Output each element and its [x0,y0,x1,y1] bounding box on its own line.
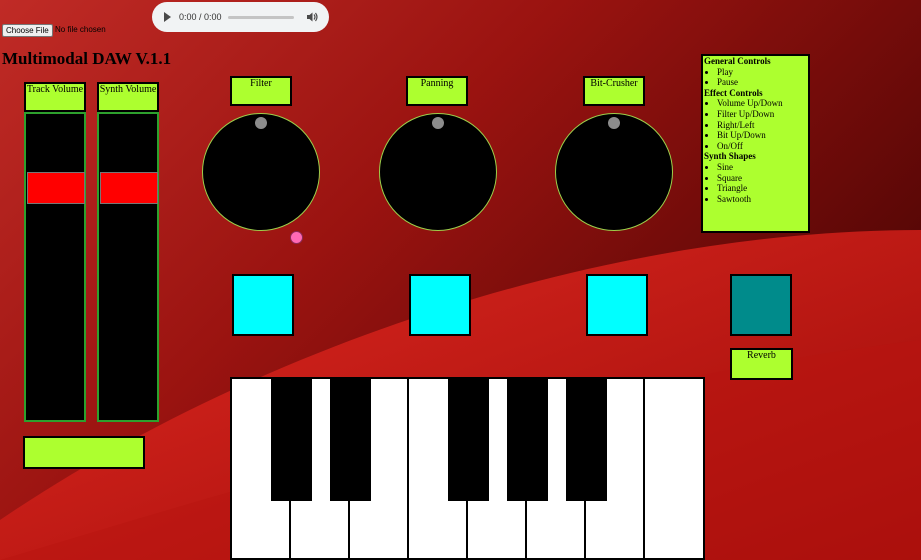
reverb-label: Reverb [730,348,793,380]
bit-crusher-knob[interactable] [555,113,673,231]
audio-time: 0:00 / 0:00 [179,12,222,22]
bit-crusher-label: Bit-Crusher [583,76,645,106]
list-item: Pause [717,77,807,88]
knob-indicator [608,117,620,129]
knob-indicator [255,117,267,129]
cursor-dot [290,231,303,244]
list-item: Right/Left [717,120,807,131]
file-status-text: No file chosen [55,25,106,34]
list-item: Square [717,173,807,184]
synth-volume-thumb[interactable] [100,172,158,204]
volume-icon[interactable] [306,11,318,23]
piano-black-key[interactable] [448,379,489,501]
track-volume-slider[interactable] [24,112,86,422]
piano-black-key[interactable] [566,379,607,501]
track-volume-label: Track Volume [24,82,86,112]
list-item: Filter Up/Down [717,109,807,120]
effect-controls-heading: Effect Controls [704,87,763,98]
synth-shapes-heading: Synth Shapes [704,151,756,162]
piano-black-key[interactable] [330,379,371,501]
choose-file-button[interactable]: Choose File [2,24,53,37]
list-item: Bit Up/Down [717,130,807,141]
panning-label: Panning [406,76,468,106]
reverb-toggle-pad[interactable] [730,274,792,336]
synth-volume-label: Synth Volume [97,82,159,112]
page-title: Multimodal DAW V.1.1 [2,49,172,68]
list-item: Sine [717,162,807,173]
bit-crusher-toggle-pad[interactable] [586,274,648,336]
filter-label: Filter [230,76,292,106]
status-box [23,436,145,469]
audio-player[interactable]: 0:00 / 0:00 [152,2,329,32]
piano-black-key[interactable] [507,379,548,501]
panning-knob[interactable] [379,113,497,231]
filter-toggle-pad[interactable] [232,274,294,336]
list-item: Play [717,67,807,78]
play-icon[interactable] [164,12,171,22]
piano-black-key[interactable] [271,379,312,501]
piano-white-key[interactable] [645,379,703,558]
controls-help-panel: General Controls Play Pause Effect Contr… [701,54,810,233]
list-item: Volume Up/Down [717,98,807,109]
list-item: Sawtooth [717,194,807,205]
piano-keyboard[interactable] [230,377,705,560]
list-item: Triangle [717,183,807,194]
knob-indicator [432,117,444,129]
filter-knob[interactable] [202,113,320,231]
audio-seek-bar[interactable] [228,16,294,19]
synth-shapes-list: Sine Square Triangle Sawtooth [704,162,807,204]
general-controls-list: Play Pause [704,67,807,88]
track-volume-thumb[interactable] [27,172,85,204]
panning-toggle-pad[interactable] [409,274,471,336]
general-controls-heading: General Controls [704,56,771,66]
synth-volume-slider[interactable] [97,112,159,422]
list-item: On/Off [717,141,807,152]
effect-controls-list: Volume Up/Down Filter Up/Down Right/Left… [704,98,807,151]
